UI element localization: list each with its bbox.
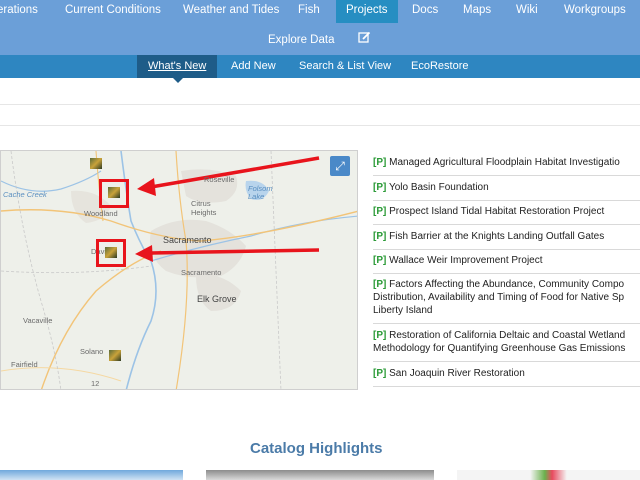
catalog-thumbnail[interactable] (0, 470, 183, 480)
map-label-vacaville: Vacaville (23, 316, 53, 325)
map-project-marker[interactable] (109, 350, 121, 361)
list-divider (373, 175, 640, 176)
nav-item-workgroups[interactable]: Workgroups (564, 0, 626, 23)
project-item[interactable]: [P] Prospect Island Tidal Habitat Restor… (373, 205, 640, 218)
subnav-search-list-view[interactable]: Search & List View (299, 55, 391, 78)
subnav-add-new[interactable]: Add New (231, 55, 276, 78)
nav-item-explore-data[interactable]: Explore Data (268, 25, 334, 53)
nav-item-wiki[interactable]: Wiki (516, 0, 538, 23)
expand-icon: ⤢ (335, 159, 345, 173)
list-divider (373, 200, 640, 201)
project-item[interactable]: [P] Wallace Weir Improvement Project (373, 254, 640, 267)
nav-item-maps[interactable]: Maps (463, 0, 491, 23)
sub-nav: What's New Add New Search & List View Ec… (0, 55, 640, 78)
nav-item-projects[interactable]: Projects (336, 0, 398, 23)
map-basemap (1, 151, 357, 389)
list-divider (373, 323, 640, 324)
main-nav: erations Current Conditions Weather and … (0, 0, 640, 55)
map-project-marker[interactable] (105, 247, 117, 258)
map-label-fairfield: Fairfield (11, 360, 38, 369)
map-label-woodland: Woodland (84, 209, 118, 218)
catalog-highlights-heading: Catalog Highlights (250, 440, 383, 457)
list-divider (373, 386, 640, 387)
list-divider (373, 273, 640, 274)
list-divider (373, 249, 640, 250)
expand-map-button[interactable]: ⤢ (330, 156, 350, 176)
project-item[interactable]: [P] Fish Barrier at the Knights Landing … (373, 230, 640, 243)
nav-item-weather-and-tides[interactable]: Weather and Tides (183, 0, 279, 23)
project-map[interactable]: Cache Creek Roseville Folsom Lake Citrus… (0, 150, 358, 390)
nav-item-operations[interactable]: erations (0, 0, 38, 23)
nav-item-current-conditions[interactable]: Current Conditions (65, 0, 161, 23)
subnav-whats-new[interactable]: What's New (137, 55, 218, 78)
map-label-citrus-heights: Citrus Heights (191, 199, 217, 217)
catalog-thumbnail[interactable] (206, 470, 434, 480)
project-item[interactable]: [P] Restoration of California Deltaic an… (373, 329, 640, 355)
map-label-cache-creek: Cache Creek (3, 190, 47, 199)
project-item[interactable]: [P] Yolo Basin Foundation (373, 181, 640, 194)
map-label-route: 12 (91, 379, 100, 388)
map-label-elk-grove: Elk Grove (197, 294, 237, 304)
project-item[interactable]: [P] Factors Affecting the Abundance, Com… (373, 278, 640, 317)
catalog-thumbnail[interactable] (457, 470, 640, 480)
map-label-sacramento-2: Sacramento (181, 268, 222, 277)
nav-item-fish[interactable]: Fish (298, 0, 320, 23)
project-item[interactable]: [P] Managed Agricultural Floodplain Habi… (373, 156, 640, 169)
map-label-roseville: Roseville (204, 175, 235, 184)
list-divider (373, 361, 640, 362)
map-project-marker[interactable] (90, 158, 102, 169)
map-label-sacramento: Sacramento (163, 235, 212, 245)
content-divider (0, 104, 640, 126)
nav-item-docs[interactable]: Docs (412, 0, 438, 23)
map-label-folsom-lake: Folsom Lake (248, 184, 273, 201)
map-label-solano: Solano (80, 347, 104, 356)
project-item[interactable]: [P] San Joaquin River Restoration (373, 367, 640, 380)
edit-icon[interactable] (358, 31, 371, 45)
subnav-ecorestore[interactable]: EcoRestore (411, 55, 468, 78)
active-tab-caret (172, 77, 184, 83)
map-project-marker[interactable] (108, 187, 120, 198)
list-divider (373, 224, 640, 225)
